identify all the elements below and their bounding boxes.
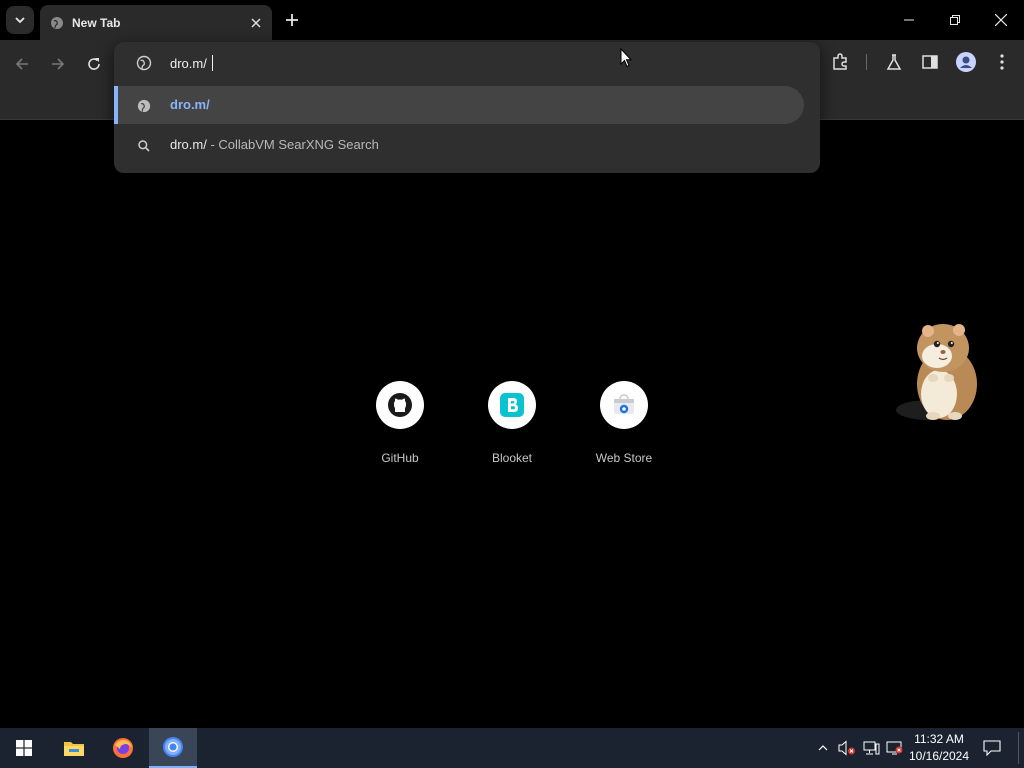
flask-icon (886, 54, 902, 70)
reload-button[interactable] (80, 50, 108, 78)
restore-icon (950, 15, 960, 25)
close-tab-icon[interactable] (246, 13, 266, 33)
toolbar-divider (866, 54, 867, 70)
omnibox-input-row (114, 42, 820, 84)
windows-logo-icon (16, 740, 32, 756)
screen: New Tab dro.m/ dro.m/ dro.m/ - CollabVM … (0, 0, 1024, 768)
taskbar-chrome[interactable] (149, 728, 197, 768)
hamster-image (895, 318, 985, 426)
minimize-button[interactable] (886, 0, 932, 40)
shortcut-web-store[interactable]: Web Store (579, 380, 669, 465)
plus-icon (286, 14, 298, 26)
profile-button[interactable] (952, 48, 980, 76)
clock-date: 10/16/2024 (908, 749, 970, 763)
suggestion-search-description: - CollabVM SearXNG Search (210, 137, 379, 152)
labs-button[interactable] (880, 48, 908, 76)
blooket-icon (488, 381, 536, 429)
close-window-button[interactable] (978, 0, 1024, 40)
github-icon (376, 381, 424, 429)
notifications-button[interactable] (980, 728, 1004, 768)
globe-icon (50, 16, 64, 30)
file-explorer-icon (64, 742, 84, 756)
side-panel-icon (922, 55, 938, 69)
reload-icon (88, 58, 100, 70)
shortcut-label: Web Store (595, 451, 653, 465)
address-bar-input[interactable] (170, 53, 770, 73)
puzzle-icon (833, 53, 847, 70)
new-tab-button[interactable] (280, 8, 304, 32)
volume-button[interactable] (836, 728, 858, 768)
tab-strip: New Tab (0, 0, 1024, 40)
menu-button[interactable] (988, 48, 1016, 76)
extensions-button[interactable] (826, 48, 854, 76)
shortcut-blooket[interactable]: Blooket (467, 380, 557, 465)
selection-indicator (114, 86, 118, 124)
suggestion-search[interactable]: dro.m/ - CollabVM SearXNG Search (114, 126, 804, 164)
search-icon (136, 138, 152, 154)
suggestion-url-text: dro.m/ (170, 97, 210, 112)
clock-time: 11:32 AM (914, 732, 964, 746)
start-button[interactable] (0, 728, 48, 768)
taskbar-firefox[interactable] (99, 728, 147, 768)
taskbar-clock[interactable]: 11:32 AM 10/16/2024 (906, 731, 972, 765)
avatar-icon (956, 52, 976, 72)
shortcut-label: Blooket (491, 451, 533, 465)
suggestion-search-text: dro.m/ - CollabVM SearXNG Search (170, 137, 379, 152)
arrow-left-icon (15, 58, 28, 70)
chrome-icon (163, 737, 183, 757)
minimize-icon (904, 19, 914, 21)
shortcut-github[interactable]: GitHub (355, 380, 445, 465)
suggestion-search-query: dro.m/ (170, 137, 207, 152)
taskbar-file-explorer[interactable] (50, 728, 98, 768)
text-caret (212, 55, 213, 71)
network-button[interactable] (860, 728, 882, 768)
web-store-icon (600, 381, 648, 429)
firefox-icon (113, 738, 133, 758)
side-panel-button[interactable] (916, 48, 944, 76)
show-hidden-icons-button[interactable] (814, 728, 832, 768)
suggestion-url[interactable]: dro.m/ (114, 86, 804, 124)
network-icon (863, 741, 880, 755)
mouse-cursor-icon (620, 47, 633, 73)
tab-new-tab[interactable]: New Tab (40, 5, 272, 40)
tab-title: New Tab (72, 15, 121, 30)
restore-button[interactable] (932, 0, 978, 40)
chevron-down-icon (15, 17, 25, 24)
show-desktop-button[interactable] (1018, 732, 1019, 764)
tab-search-button[interactable] (6, 6, 34, 34)
shortcut-label: GitHub (381, 451, 419, 465)
omnibox-dropdown: dro.m/ dro.m/ - CollabVM SearXNG Search (114, 42, 820, 173)
globe-icon (136, 98, 152, 114)
display-notification-icon (886, 741, 903, 755)
kebab-menu-icon (1000, 54, 1004, 70)
forward-button[interactable] (44, 50, 72, 78)
chevron-up-icon (818, 745, 828, 751)
volume-muted-icon (838, 740, 855, 756)
arrow-right-icon (52, 58, 65, 70)
taskbar: 11:32 AM 10/16/2024 (0, 728, 1024, 768)
notification-center-icon (983, 740, 1001, 756)
display-button[interactable] (884, 728, 906, 768)
back-button[interactable] (8, 50, 36, 78)
close-icon (995, 14, 1007, 26)
globe-icon (136, 55, 152, 76)
